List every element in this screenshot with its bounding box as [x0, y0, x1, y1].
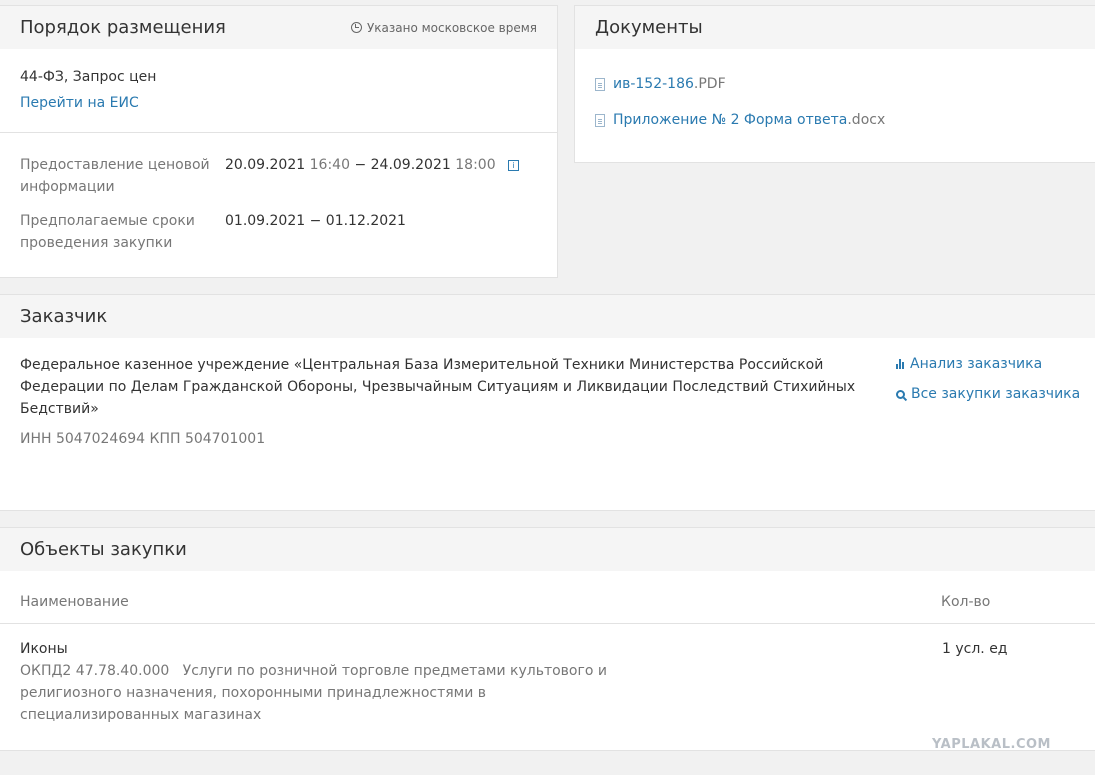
documents-panel: Документы ив-152-186.PDF Приложение № 2 …: [574, 5, 1095, 163]
terms-label: Предполагаемые сроки проведения закупки: [20, 213, 195, 251]
table-row: Иконы ОКПД2 47.78.40.000 Услуги по розни…: [20, 638, 1080, 738]
customer-header: Заказчик: [0, 295, 1095, 338]
timezone-note: Указано московское время: [350, 20, 537, 35]
price-info-value: 20.09.2021 16:40 − 24.09.2021 18:00 i: [225, 154, 520, 198]
placement-title: Порядок размещения: [20, 17, 226, 38]
document-ext: .PDF: [693, 76, 726, 92]
customer-analysis-link[interactable]: Анализ заказчика: [896, 356, 1042, 372]
file-icon: [595, 77, 605, 91]
customer-purchases-label: Все закупки заказчика: [911, 386, 1081, 402]
objects-divider: [0, 623, 1095, 624]
documents-title: Документы: [595, 17, 703, 38]
bar-chart-icon: [896, 359, 904, 369]
column-header-qty: Кол-во: [941, 594, 991, 610]
customer-panel: Заказчик Федеральное казенное учреждение…: [0, 294, 1095, 511]
customer-ids: ИНН 5047024694 КПП 504701001: [20, 431, 266, 447]
price-separator: −: [354, 157, 367, 173]
price-info-label: Предоставление ценовой информации: [20, 157, 210, 195]
placement-divider: [0, 132, 557, 133]
objects-header: Объекты закупки: [0, 528, 1095, 571]
documents-header: Документы: [575, 6, 1095, 49]
customer-title: Заказчик: [20, 306, 108, 327]
object-qty: 1 усл. ед: [942, 641, 1008, 657]
timezone-note-text: Указано московское время: [366, 20, 537, 35]
price-end-date: 24.09.2021: [370, 157, 451, 173]
watermark: YAPLAKAL.COM: [932, 737, 1051, 752]
document-item[interactable]: ив-152-186.PDF: [595, 76, 726, 92]
document-name[interactable]: Приложение № 2 Форма ответа: [613, 112, 847, 128]
info-icon[interactable]: i: [508, 159, 520, 171]
search-icon: [896, 389, 905, 399]
price-info-row: Предоставление ценовой информации 20.09.…: [20, 154, 520, 198]
document-name[interactable]: ив-152-186: [613, 76, 694, 92]
file-icon: [595, 113, 605, 127]
terms-row: Предполагаемые сроки проведения закупки …: [20, 210, 406, 254]
objects-panel: Объекты закупки Наименование Кол-во Икон…: [0, 527, 1095, 751]
eis-link[interactable]: Перейти на ЕИС: [20, 92, 139, 114]
customer-purchases-link[interactable]: Все закупки заказчика: [896, 386, 1080, 402]
object-code: ОКПД2 47.78.40.000: [20, 663, 170, 679]
clock-icon: [350, 22, 362, 33]
object-description: ОКПД2 47.78.40.000 Услуги по розничной т…: [20, 660, 620, 726]
document-ext: .docx: [847, 112, 886, 128]
placement-panel: Порядок размещения Указано московское вр…: [0, 5, 558, 278]
objects-title: Объекты закупки: [20, 539, 187, 560]
law-method: 44-ФЗ, Запрос цен: [20, 69, 157, 85]
object-name: Иконы: [20, 641, 68, 657]
price-start-date: 20.09.2021: [225, 157, 306, 173]
document-item[interactable]: Приложение № 2 Форма ответа.docx: [595, 112, 885, 128]
column-header-name: Наименование: [20, 594, 129, 610]
price-start-time: 16:40: [309, 157, 350, 173]
price-end-time: 18:00: [455, 157, 496, 173]
customer-analysis-label: Анализ заказчика: [910, 356, 1043, 372]
placement-header: Порядок размещения Указано московское вр…: [0, 6, 557, 49]
customer-name: Федеральное казенное учреждение «Централ…: [20, 357, 856, 417]
terms-value: 01.09.2021 − 01.12.2021: [225, 213, 406, 229]
